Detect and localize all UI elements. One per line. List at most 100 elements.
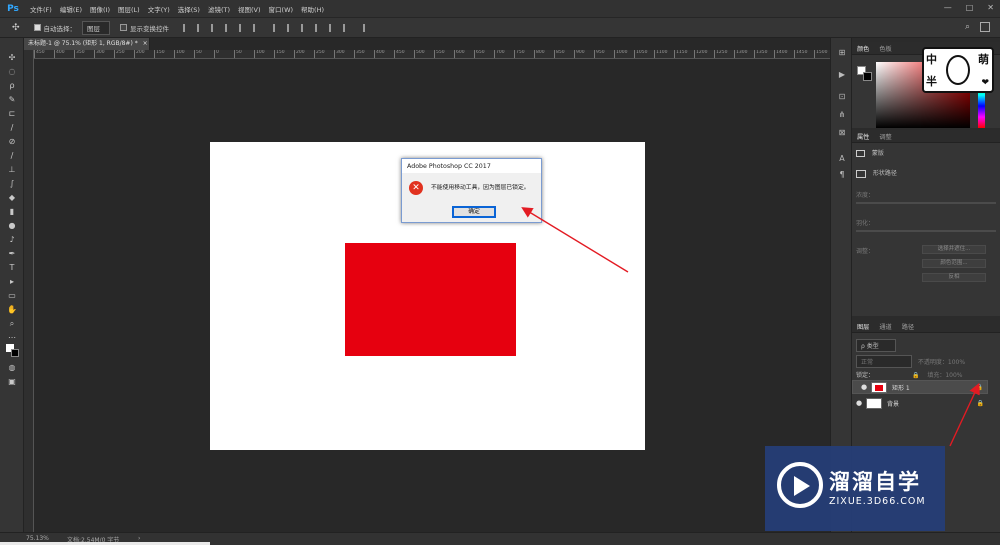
character-icon[interactable]: A <box>837 154 847 164</box>
rectangle-icon[interactable]: ▭ <box>6 290 18 301</box>
brush-icon[interactable]: ∕ <box>6 150 18 161</box>
history-icon[interactable]: ⊞ <box>837 48 847 58</box>
screen-mode-icon[interactable]: ▣ <box>6 376 18 387</box>
distribute-bottom-icon[interactable] <box>301 23 309 32</box>
status-menu-arrow[interactable]: › <box>138 535 140 542</box>
distribute-center-icon[interactable] <box>329 23 337 32</box>
ruler-tick: 300 <box>94 50 105 58</box>
history-brush-icon[interactable]: ∫ <box>6 178 18 189</box>
menu-file[interactable]: 文件(F) <box>30 4 52 14</box>
distribute-top-icon[interactable] <box>273 23 281 32</box>
brush-settings-icon[interactable]: ⋔ <box>837 110 847 120</box>
color-range-button[interactable]: 颜色范围... <box>922 259 986 268</box>
eyedropper-icon[interactable]: ∕ <box>6 122 18 133</box>
adjust-icon[interactable]: ⊡ <box>837 92 847 102</box>
show-transform-checkbox[interactable] <box>120 24 128 31</box>
document-tab[interactable]: 未标题-1 @ 75.1% (矩形 1, RGB/8#) * × <box>24 38 150 50</box>
distribute-left-icon[interactable] <box>315 23 323 32</box>
close-window-button[interactable]: ✕ <box>987 3 994 12</box>
opacity-label[interactable]: 不透明度：100% <box>918 359 965 366</box>
minimize-button[interactable]: — <box>944 3 952 12</box>
visibility-eye-icon[interactable]: ● <box>852 399 866 407</box>
auto-select-dropdown[interactable]: 图层 <box>82 20 111 35</box>
visibility-eye-icon[interactable]: ● <box>857 383 871 391</box>
density-slider[interactable] <box>856 202 996 204</box>
invert-button[interactable]: 反相 <box>922 273 986 282</box>
path-select-icon[interactable]: ▸ <box>6 276 18 287</box>
layer-lock-icon[interactable]: 🔒 <box>976 384 983 391</box>
tab-swatches[interactable]: 色板 <box>874 44 896 53</box>
crop-icon[interactable]: ⊏ <box>6 108 18 119</box>
tab-paths[interactable]: 路径 <box>897 322 919 331</box>
layer-lock-icon[interactable]: 🔒 <box>977 400 984 407</box>
tab-adjustments[interactable]: 调整 <box>874 132 896 141</box>
distribute-middle-icon[interactable] <box>287 23 295 32</box>
gradient-icon[interactable]: ▮ <box>6 206 18 217</box>
distribute-right-icon[interactable] <box>343 23 351 32</box>
menu-edit[interactable]: 编辑(E) <box>60 4 82 14</box>
quick-select-icon[interactable]: ✎ <box>6 94 18 105</box>
layer-row-rectangle[interactable]: ● 矩形 1 🔒 <box>852 380 988 394</box>
ruler-tick: 700 <box>494 50 505 58</box>
layer-row-background[interactable]: ● 背景 🔒 <box>852 396 988 410</box>
feather-slider[interactable] <box>856 230 996 232</box>
layer-filter-dropdown[interactable]: ρ 类型 <box>856 339 896 352</box>
background-color-swatch[interactable] <box>11 349 19 357</box>
align-right-icon[interactable] <box>253 23 261 32</box>
show-transform-option[interactable]: 显示变换控件 <box>120 23 169 33</box>
align-center-icon[interactable] <box>239 23 247 32</box>
tab-layers[interactable]: 图层 <box>852 322 874 331</box>
select-and-mask-button[interactable]: 选择并遮住... <box>922 245 986 254</box>
lock-all-icon[interactable]: 🔒 <box>912 372 919 379</box>
panel-background-swatch[interactable] <box>863 72 872 81</box>
dodge-icon[interactable]: ♪ <box>6 234 18 245</box>
align-bottom-icon[interactable] <box>211 23 219 32</box>
move-tool-icon[interactable]: ✣ <box>12 23 20 33</box>
more-tools-icon[interactable]: ⋯ <box>6 332 18 343</box>
align-top-icon[interactable] <box>183 23 191 32</box>
pen-icon[interactable]: ✒ <box>6 248 18 259</box>
align-left-icon[interactable] <box>225 23 233 32</box>
blur-icon[interactable]: ● <box>6 220 18 231</box>
blend-mode-dropdown[interactable]: 正常 <box>856 355 912 368</box>
align-middle-icon[interactable] <box>197 23 205 32</box>
type-icon[interactable]: T <box>6 262 18 273</box>
auto-select-checkbox[interactable] <box>33 24 41 31</box>
auto-align-icon[interactable] <box>363 23 371 32</box>
menu-image[interactable]: 图像(I) <box>90 4 110 14</box>
ok-button[interactable]: 确定 <box>452 206 496 218</box>
menu-select[interactable]: 选择(S) <box>178 4 200 14</box>
menu-help[interactable]: 帮助(H) <box>301 4 324 14</box>
paragraph-icon[interactable]: ¶ <box>837 170 847 180</box>
lasso-icon[interactable]: ρ <box>6 80 18 91</box>
menu-view[interactable]: 视图(V) <box>238 4 261 14</box>
eraser-icon[interactable]: ◆ <box>6 192 18 203</box>
tab-channels[interactable]: 通道 <box>874 322 896 331</box>
actions-icon[interactable]: ▶ <box>837 70 847 80</box>
zoom-readout[interactable]: 75.13% <box>26 535 49 542</box>
quick-mask-icon[interactable]: ◍ <box>6 362 18 373</box>
healing-brush-icon[interactable]: ⊘ <box>6 136 18 147</box>
tab-color[interactable]: 颜色 <box>852 44 874 53</box>
maximize-button[interactable]: □ <box>966 3 974 12</box>
move-icon[interactable]: ✣ <box>6 52 18 63</box>
marquee-icon[interactable]: ◌ <box>6 66 18 77</box>
document-tab-close-icon[interactable]: × <box>143 40 148 47</box>
red-rectangle-shape[interactable] <box>345 243 516 356</box>
ruler-tick: 1450 <box>794 50 807 58</box>
tab-properties[interactable]: 属性 <box>852 132 874 141</box>
fill-label[interactable]: 填充：100% <box>927 372 962 379</box>
clone-stamp-icon[interactable]: ⊥ <box>6 164 18 175</box>
menu-filter[interactable]: 滤镜(T) <box>208 4 230 14</box>
zoom-icon[interactable]: ⌕ <box>6 318 18 329</box>
play-logo-icon <box>777 462 823 508</box>
menu-type[interactable]: 文字(Y) <box>148 4 170 14</box>
auto-select-option[interactable]: 自动选择： <box>33 23 76 33</box>
clone-source-icon[interactable]: ⊠ <box>837 128 847 138</box>
hand-icon[interactable]: ✋ <box>6 304 18 315</box>
menu-layer[interactable]: 图层(L) <box>118 4 140 14</box>
path-mask-icon[interactable] <box>856 169 866 178</box>
search-icon[interactable]: ⌕ <box>965 22 970 32</box>
workspace-icon[interactable] <box>980 22 990 32</box>
menu-window[interactable]: 窗口(W) <box>269 4 294 14</box>
